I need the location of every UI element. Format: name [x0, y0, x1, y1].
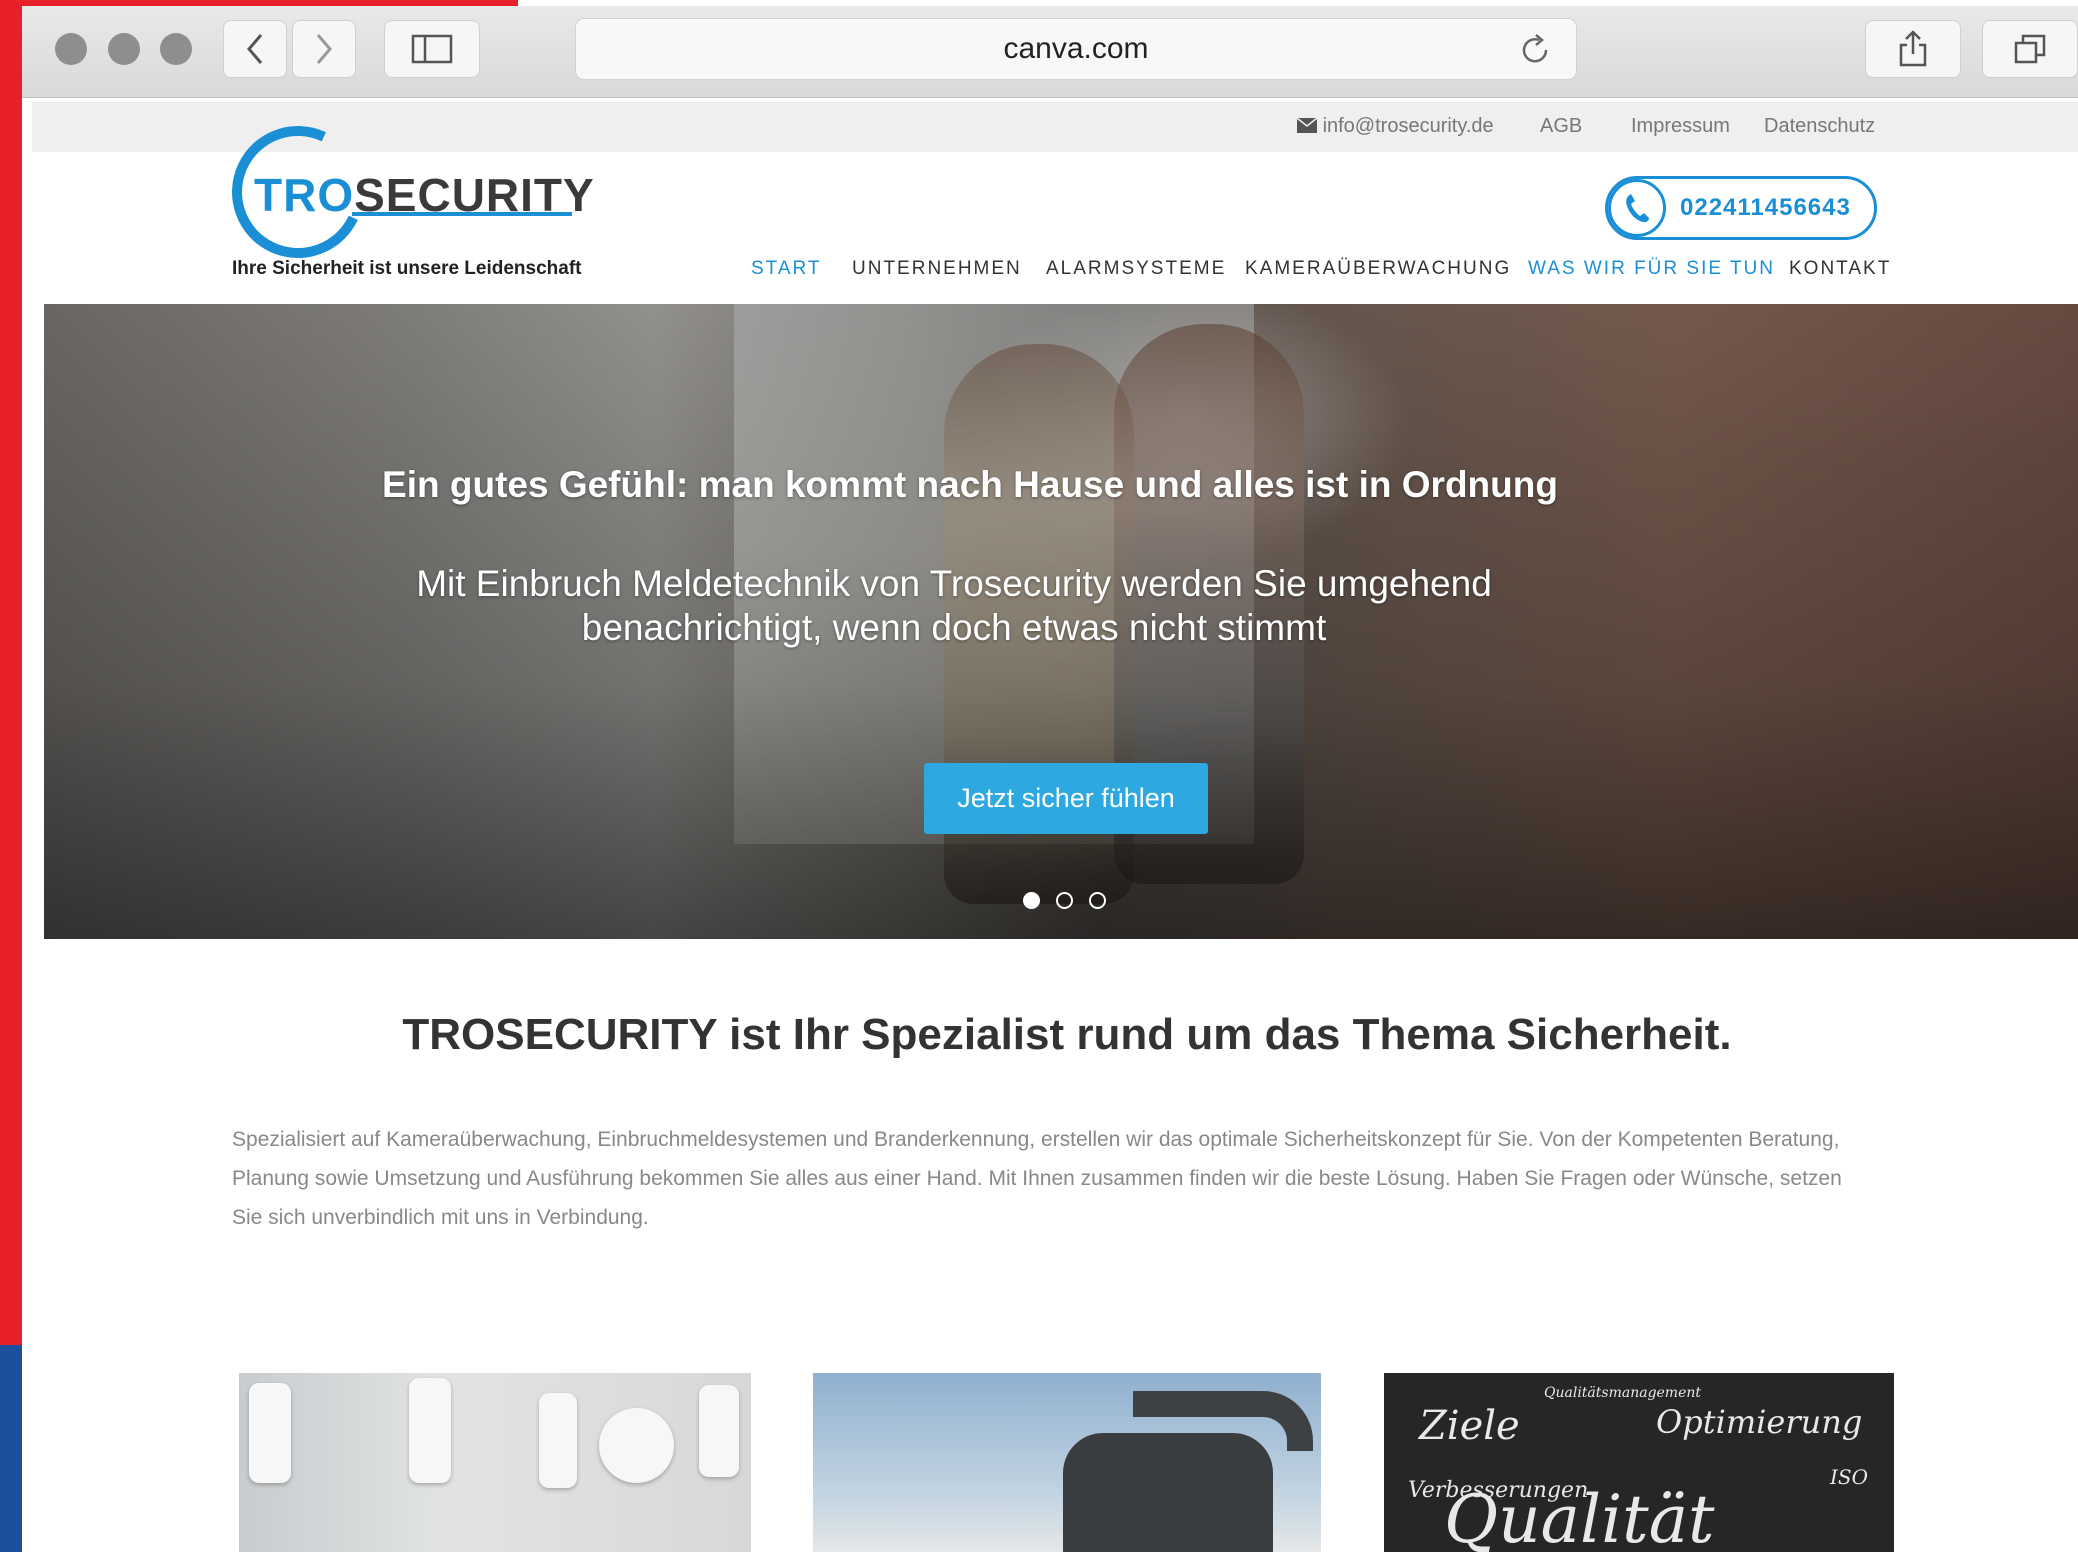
phone-button[interactable]: 022411456643 [1605, 176, 1877, 240]
door-sensor-icon [539, 1393, 577, 1488]
nav-was-wir-fuer-sie-tun[interactable]: WAS WIR FÜR SIE TUN [1528, 258, 1775, 280]
window-minimize-icon[interactable] [108, 33, 140, 65]
hero-cta-button[interactable]: Jetzt sicher fühlen [924, 763, 1208, 834]
logo-tagline: Ihre Sicherheit ist unsere Leidenschaft [232, 258, 582, 279]
thumbnail-quality-chalkboard[interactable]: Ziele Qualitätsmanagement Optimierung Ve… [1384, 1373, 1894, 1552]
logo-underline [352, 212, 572, 216]
logo-tro: TRO [254, 169, 355, 221]
nav-kontakt[interactable]: KONTAKT [1789, 258, 1891, 280]
address-bar[interactable]: canva.com [575, 18, 1577, 80]
chalk-word: Ziele [1419, 1403, 1520, 1449]
share-button[interactable] [1865, 20, 1961, 78]
impressum-link[interactable]: Impressum [1631, 115, 1730, 138]
chalk-word: Qualitätsmanagement [1544, 1385, 1702, 1401]
nav-alarmsysteme[interactable]: ALARMSYSTEME [1046, 258, 1226, 280]
browser-toolbar: canva.com [22, 6, 2078, 98]
nav-kameraueberwachung[interactable]: KAMERAÜBERWACHUNG [1245, 258, 1511, 280]
share-icon [1899, 30, 1927, 67]
intro-paragraph: Spezialisiert auf Kameraüberwachung, Ein… [232, 1128, 1842, 1229]
sidebar-icon [411, 34, 453, 64]
motion-sensor-icon [249, 1383, 291, 1483]
tabs-button[interactable] [1982, 20, 2078, 78]
chevron-right-icon [316, 34, 332, 64]
datenschutz-link[interactable]: Datenschutz [1764, 115, 1875, 138]
slider-dot-1[interactable] [1023, 892, 1040, 909]
intro-heading: TROSECURITY ist Ihr Spezialist rund um d… [402, 1010, 1732, 1059]
chalk-word: ISO [1830, 1465, 1868, 1489]
hero-subtitle: Mit Einbruch Meldetechnik von Trosecurit… [416, 563, 1492, 648]
forward-button[interactable] [292, 20, 356, 78]
phone-icon [1608, 179, 1666, 237]
site-header: TROSECURITY Ihre Sicherheit ist unsere L… [32, 107, 2078, 304]
chalk-word: Optimierung [1656, 1403, 1863, 1441]
hero-slider: Ein gutes Gefühl: man kommt nach Hause u… [44, 304, 2078, 939]
back-button[interactable] [223, 20, 287, 78]
left-blue-stripe [0, 1345, 22, 1552]
url-text: canva.com [1003, 32, 1149, 65]
slider-dots [1023, 892, 1106, 909]
left-red-stripe [0, 0, 22, 1345]
reload-icon[interactable] [1518, 32, 1552, 68]
email-link[interactable]: info@trosecurity.de [1296, 115, 1494, 138]
slider-dot-2[interactable] [1056, 892, 1073, 909]
motion-sensor-icon [699, 1385, 739, 1477]
smoke-detector-icon [599, 1408, 674, 1483]
agb-link[interactable]: AGB [1540, 115, 1582, 138]
email-text: info@trosecurity.de [1322, 115, 1494, 137]
slider-dot-3[interactable] [1089, 892, 1106, 909]
sidebar-toggle-button[interactable] [384, 20, 480, 78]
hero-title: Ein gutes Gefühl: man kommt nach Hause u… [382, 464, 1558, 505]
chevron-left-icon [247, 34, 263, 64]
nav-start[interactable]: START [751, 258, 822, 280]
envelope-icon [1296, 117, 1318, 133]
window-close-icon[interactable] [55, 33, 87, 65]
window-maximize-icon[interactable] [160, 33, 192, 65]
chalk-word: Qualität [1444, 1481, 1715, 1552]
tabs-icon [2014, 34, 2046, 64]
nav-unternehmen[interactable]: UNTERNEHMEN [852, 258, 1022, 280]
phone-number: 022411456643 [1680, 194, 1851, 221]
motion-sensor-icon [409, 1378, 451, 1483]
camera-dome-icon [1063, 1433, 1273, 1552]
thumbnail-camera[interactable] [813, 1373, 1321, 1552]
thumbnail-alarm-sensors[interactable] [239, 1373, 751, 1552]
